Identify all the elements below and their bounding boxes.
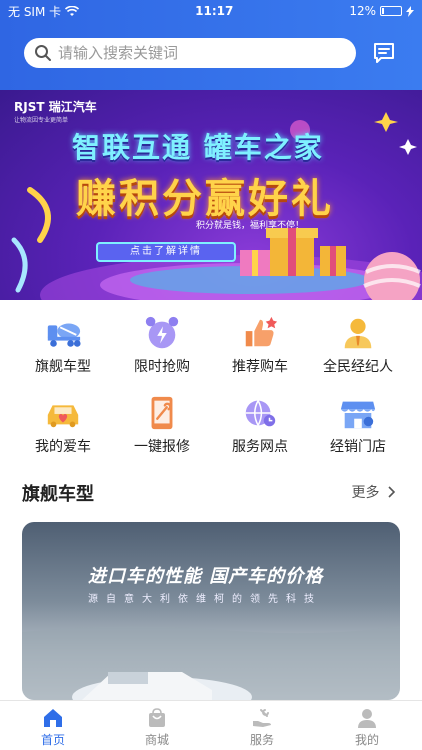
alarm-clock-icon [145,316,179,349]
shop-bag-icon [149,708,165,727]
grid-item-flagship[interactable]: 旗舰车型 [13,314,113,376]
grid-label: 推荐购车 [232,359,288,375]
profile-icon [358,709,376,728]
service-hand-icon [253,709,271,727]
service-globe-icon [245,400,276,427]
battery-percent: 12% [349,4,376,18]
search-box[interactable] [24,38,356,68]
banner-headline-main: 赚积分赢好礼 [76,176,334,222]
promo-banner[interactable]: RJST 瑞江汽车 让物流因专业更简单 智联互通 罐车之家 赚积分赢好礼 积分就… [0,90,422,300]
flagship-section: 旗舰车型 更多 进口车的性能 国产车的价格 源自意大利依维柯的领先科技 [0,470,422,700]
grid-item-service-points[interactable]: 服务网点 [210,394,310,456]
clock-time: 11:17 [195,4,234,18]
more-label: 更多 [351,485,380,501]
grid-label: 全民经纪人 [323,359,393,375]
grid-label: 服务网点 [232,439,288,455]
tab-label: 我的 [354,733,379,747]
tab-profile[interactable]: 我的 [337,707,397,748]
card-subtitle: 源自意大利依维柯的领先科技 [88,594,322,605]
grid-label: 经销门店 [330,439,386,455]
battery-icon [379,6,402,16]
banner-headline: 智联互通 罐车之家 [72,131,324,164]
thumbs-up-icon [245,316,278,347]
repair-phone-icon [151,396,173,430]
quick-menu-grid: 旗舰车型 限时抢购 推荐购车 全民经纪人 我的爱车 一键报修 服务网点 经销门店 [0,300,422,470]
charging-icon [405,5,414,17]
search-input[interactable] [58,44,346,62]
tab-label: 商城 [144,733,169,747]
mixer-truck-icon [47,323,81,347]
tab-label: 首页 [40,733,65,747]
grid-item-dealers[interactable]: 经销门店 [308,394,408,456]
message-icon[interactable] [372,41,396,65]
store-icon [340,401,376,429]
chevron-right-icon [388,486,396,498]
my-car-icon [47,405,79,428]
tab-shop[interactable]: 商城 [127,707,187,748]
grid-item-my-car[interactable]: 我的爱车 [13,394,113,456]
section-title: 旗舰车型 [22,484,94,505]
search-icon [35,45,51,61]
home-icon [44,709,62,727]
banner-brand: RJST 瑞江汽车 让物流因专业更简单 [14,100,97,124]
grid-label: 旗舰车型 [35,359,91,375]
grid-item-agent[interactable]: 全民经纪人 [308,314,408,376]
grid-label: 一键报修 [134,439,190,455]
grid-item-repair[interactable]: 一键报修 [112,394,212,456]
header-bar: 无 SIM 卡 11:17 12% [0,0,422,90]
grid-item-recommend[interactable]: 推荐购车 [210,314,310,376]
tab-home[interactable]: 首页 [23,707,83,748]
carrier-label: 无 SIM 卡 [8,4,62,19]
truck-photo [22,626,400,700]
flagship-card[interactable]: 进口车的性能 国产车的价格 源自意大利依维柯的领先科技 [22,522,400,700]
bottom-tab-bar: 首页 商城 服务 我的 [0,700,422,750]
grid-item-flash-sale[interactable]: 限时抢购 [112,314,212,376]
grid-label: 限时抢购 [134,359,190,375]
wifi-icon [65,5,80,16]
tab-label: 服务 [249,733,274,747]
card-title: 进口车的性能 国产车的价格 [88,566,324,587]
gift-box-icon [240,228,346,276]
grid-label: 我的爱车 [35,439,91,455]
status-bar: 无 SIM 卡 11:17 12% [0,0,422,22]
agent-person-icon [344,318,372,349]
more-link[interactable]: 更多 [352,482,396,502]
banner-detail-button[interactable]: 点击了解详情 [96,242,236,262]
tab-service[interactable]: 服务 [232,707,292,748]
